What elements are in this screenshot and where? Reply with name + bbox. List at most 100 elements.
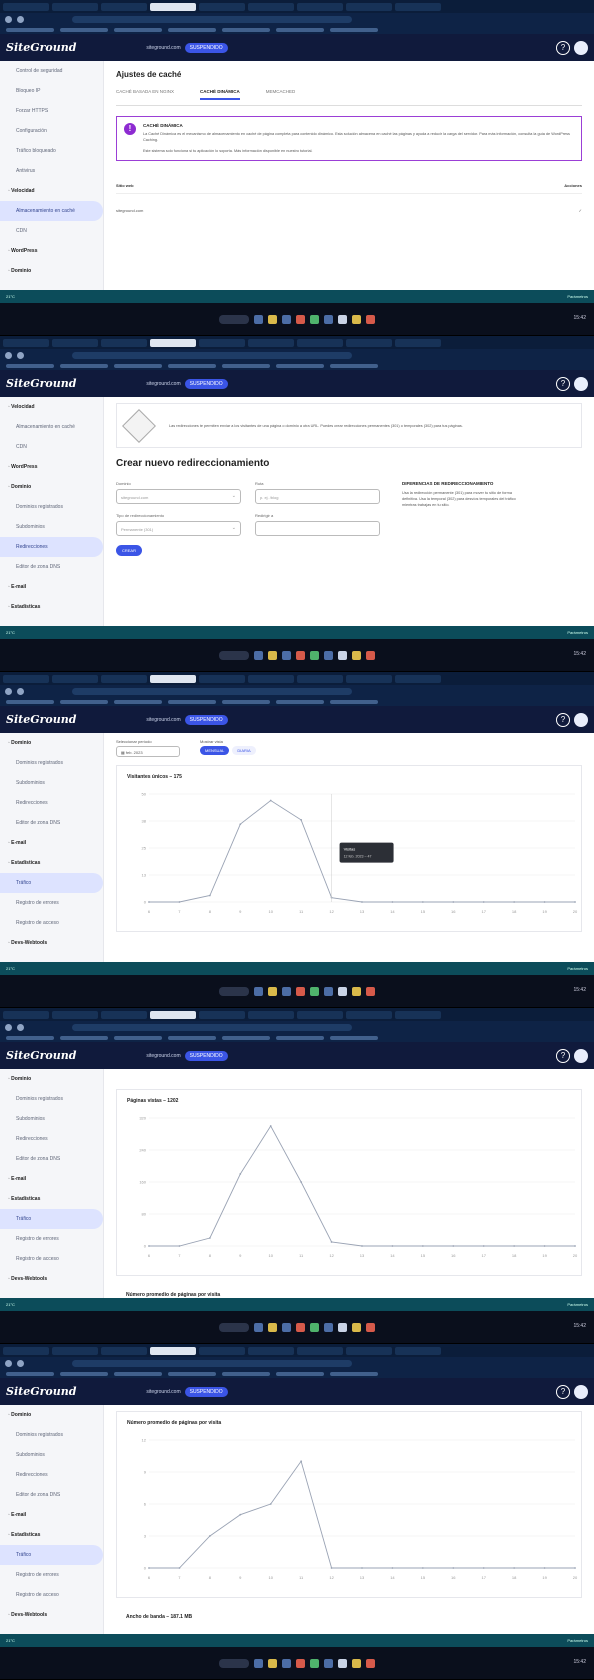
sidebar-item[interactable]: Estadísticas [0, 1189, 103, 1209]
sidebar-item[interactable]: Control de seguridad [0, 61, 103, 81]
sidebar-item[interactable]: Subdominios [0, 773, 103, 793]
site-selector[interactable]: siteground.com [146, 1053, 180, 1059]
tab-memcached[interactable]: MEMCACHED [266, 89, 296, 100]
sidebar-item[interactable]: Dominios registrados [0, 753, 103, 773]
type-select[interactable]: Permanente (301) ⌄ [116, 521, 241, 536]
sidebar-item[interactable]: WordPress [0, 241, 103, 261]
sidebar-item[interactable]: Subdominios [0, 1109, 103, 1129]
help-icon[interactable]: ? [556, 1385, 570, 1399]
sidebar-item[interactable]: Subdominios [0, 517, 103, 537]
sidebar-item[interactable]: Registro de acceso [0, 1249, 103, 1269]
sidebar-item[interactable]: Redirecciones [0, 1465, 103, 1485]
app-logo[interactable]: SiteGround [6, 1049, 76, 1062]
site-selector[interactable]: siteground.com [146, 45, 180, 51]
sidebar-item[interactable]: E-mail [0, 577, 103, 597]
sidebar-item[interactable]: Dominios registrados [0, 497, 103, 517]
sidebar-item[interactable]: Registro de errores [0, 1229, 103, 1249]
address-bar[interactable] [0, 685, 594, 697]
sidebar-item[interactable]: Almacenamiento en caché [0, 201, 103, 221]
app-logo[interactable]: SiteGround [6, 41, 76, 54]
view-daily-button[interactable]: DIARIA [232, 746, 256, 755]
sidebar-item[interactable]: Redirecciones [0, 793, 103, 813]
sidebar-item[interactable]: Dominio [0, 1405, 103, 1425]
sidebar-item[interactable]: Tráfico [0, 1545, 103, 1565]
address-bar[interactable] [0, 13, 594, 25]
sidebar-item[interactable]: Tráfico bloqueado [0, 141, 103, 161]
avatar[interactable] [574, 1049, 588, 1063]
sidebar-item[interactable]: Registro de errores [0, 893, 103, 913]
browser-tabbar[interactable] [0, 1008, 594, 1021]
sidebar-item[interactable]: Almacenamiento en caché [0, 417, 103, 437]
sidebar-item[interactable]: Tráfico [0, 873, 103, 893]
avatar[interactable] [574, 1385, 588, 1399]
sidebar-item[interactable]: Estadísticas [0, 1525, 103, 1545]
browser-tabbar[interactable] [0, 0, 594, 13]
tab-nginx[interactable]: CACHÉ BASADA EN NGINX [116, 89, 174, 100]
sidebar-item[interactable]: CDN [0, 221, 103, 241]
sidebar-item[interactable]: Dominios registrados [0, 1425, 103, 1445]
help-icon[interactable]: ? [556, 1049, 570, 1063]
toggle-icon[interactable]: ✓ [579, 208, 582, 213]
app-logo[interactable]: SiteGround [6, 377, 76, 390]
help-icon[interactable]: ? [556, 377, 570, 391]
sidebar-item[interactable]: Redirecciones [0, 537, 103, 557]
bookmarks-bar[interactable] [0, 697, 594, 706]
app-logo[interactable]: SiteGround [6, 713, 76, 726]
sidebar-item[interactable]: Devs-Webtools [0, 1269, 103, 1289]
sidebar-item[interactable]: Forzar HTTPS [0, 101, 103, 121]
sidebar-item[interactable]: CDN [0, 437, 103, 457]
path-input[interactable]: p. ej. /blog [255, 489, 380, 504]
sidebar-item[interactable]: Dominio [0, 1069, 103, 1089]
browser-tabbar[interactable] [0, 1344, 594, 1357]
view-monthly-button[interactable]: MENSUAL [200, 746, 230, 755]
help-icon[interactable]: ? [556, 41, 570, 55]
tab-dynamic[interactable]: CACHÉ DINÁMICA [200, 89, 240, 100]
app-logo[interactable]: SiteGround [6, 1385, 76, 1398]
address-bar[interactable] [0, 1357, 594, 1369]
sidebar-item[interactable]: WordPress [0, 457, 103, 477]
sidebar-item[interactable]: Devs-Webtools [0, 1605, 103, 1625]
sidebar-item[interactable]: Dominio [0, 261, 103, 281]
sidebar-item[interactable]: Bloqueo IP [0, 81, 103, 101]
domain-select[interactable]: siteground.com ⌄ [116, 489, 241, 504]
sidebar-item[interactable]: Editor de zona DNS [0, 1485, 103, 1505]
bookmarks-bar[interactable] [0, 1033, 594, 1042]
sidebar-item[interactable]: Velocidad [0, 397, 103, 417]
sidebar-item[interactable]: E-mail [0, 1169, 103, 1189]
address-bar[interactable] [0, 349, 594, 361]
bookmarks-bar[interactable] [0, 25, 594, 34]
sidebar-item[interactable]: Registro de acceso [0, 913, 103, 933]
sidebar-item[interactable]: Registro de errores [0, 1565, 103, 1585]
sidebar-item[interactable]: Registro de acceso [0, 1585, 103, 1605]
sidebar-item[interactable]: Editor de zona DNS [0, 557, 103, 577]
bookmarks-bar[interactable] [0, 361, 594, 370]
avatar[interactable] [574, 377, 588, 391]
sidebar-item[interactable]: Editor de zona DNS [0, 1149, 103, 1169]
sidebar-item[interactable]: Tráfico [0, 1209, 103, 1229]
site-selector[interactable]: siteground.com [146, 1389, 180, 1395]
site-selector[interactable]: siteground.com [146, 717, 180, 723]
sidebar-item[interactable]: Antivirus [0, 161, 103, 181]
address-bar[interactable] [0, 1021, 594, 1033]
browser-tabbar[interactable] [0, 672, 594, 685]
sidebar-item[interactable]: Estadísticas [0, 853, 103, 873]
sidebar-item[interactable]: Dominios registrados [0, 1089, 103, 1109]
sidebar-item[interactable]: Estadísticas [0, 597, 103, 617]
sidebar-item[interactable]: Configuración [0, 121, 103, 141]
sidebar-item[interactable]: Editor de zona DNS [0, 813, 103, 833]
sidebar-item[interactable]: Subdominios [0, 1445, 103, 1465]
browser-tabbar[interactable] [0, 336, 594, 349]
sidebar-item[interactable]: Devs-Webtools [0, 933, 103, 953]
avatar[interactable] [574, 41, 588, 55]
bookmarks-bar[interactable] [0, 1369, 594, 1378]
sidebar-item[interactable]: E-mail [0, 1505, 103, 1525]
site-selector[interactable]: siteground.com [146, 381, 180, 387]
period-picker[interactable]: ▦ feb. 2023 [116, 746, 180, 757]
create-button[interactable]: CREAR [116, 545, 142, 556]
avatar[interactable] [574, 713, 588, 727]
sidebar-item[interactable]: Dominio [0, 733, 103, 753]
sidebar-item[interactable]: Redirecciones [0, 1129, 103, 1149]
help-icon[interactable]: ? [556, 713, 570, 727]
sidebar-item[interactable]: Dominio [0, 477, 103, 497]
target-input[interactable] [255, 521, 380, 536]
